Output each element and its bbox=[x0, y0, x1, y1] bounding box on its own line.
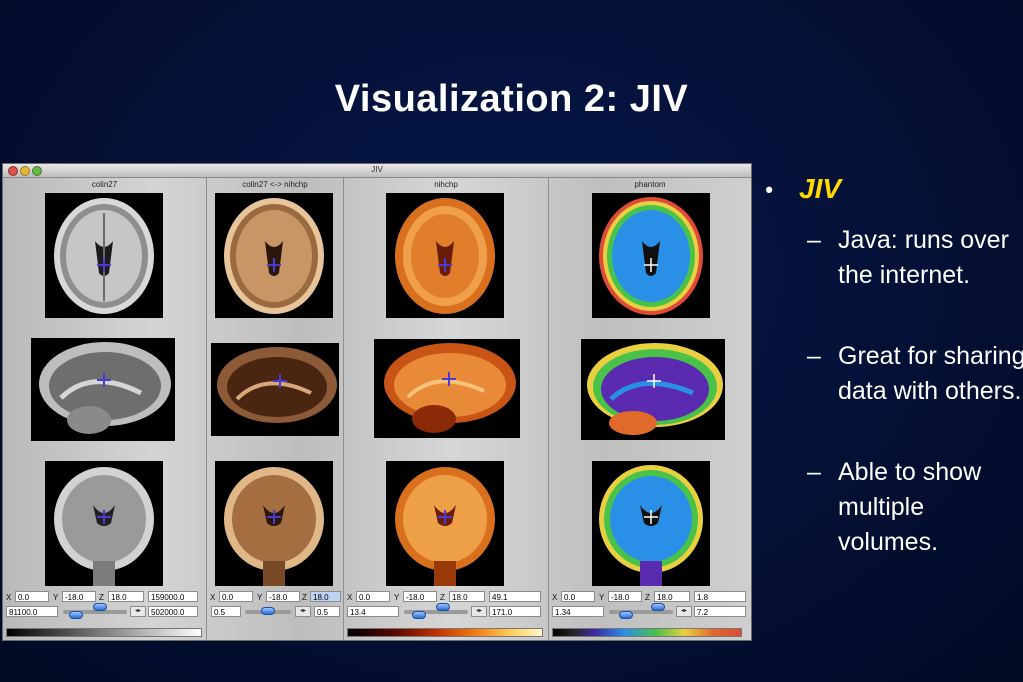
z-field[interactable]: 18.0 bbox=[449, 591, 485, 602]
y-label: Y bbox=[53, 593, 59, 602]
range-stepper[interactable]: ◂▸ bbox=[471, 606, 487, 617]
panel-title: phantom bbox=[634, 180, 666, 189]
max-knob[interactable] bbox=[93, 603, 107, 611]
value-field: 159000.0 bbox=[148, 591, 198, 602]
min-field[interactable]: 81100.0 bbox=[6, 606, 58, 617]
jiv-window: JIV colin27 X 0.0 Y -18.0 Z 18.0 159000.… bbox=[2, 163, 752, 641]
axial-view[interactable] bbox=[215, 193, 333, 318]
window-title: JIV bbox=[371, 165, 383, 174]
dash-icon: – bbox=[807, 342, 821, 370]
sub-bullet-text: Java: runs over the internet. bbox=[838, 226, 1009, 289]
slide-title: Visualization 2: JIV bbox=[334, 78, 689, 120]
sub-bullet-text: Great for sharing data with others. bbox=[838, 342, 1023, 405]
y-label: Y bbox=[599, 593, 605, 602]
z-field[interactable]: 18.0 bbox=[108, 591, 144, 602]
coronal-view[interactable] bbox=[215, 461, 333, 586]
bullet-dot-icon: • bbox=[765, 177, 773, 202]
y-field[interactable]: -18.0 bbox=[62, 591, 96, 602]
y-field[interactable]: -18.0 bbox=[266, 591, 300, 602]
blend-knob[interactable] bbox=[261, 607, 275, 615]
max-knob[interactable] bbox=[651, 603, 665, 611]
axial-view[interactable] bbox=[592, 193, 710, 318]
coords-row: X 0.0 Y -18.0 Z 18.0 1.8 bbox=[549, 591, 751, 605]
panel-blend: colin27 <-> nihchp X 0.0 Y -18.0 Z 18.0 … bbox=[207, 178, 344, 640]
coords-row: X 0.0 Y -18.0 Z 18.0 bbox=[207, 591, 343, 605]
range-stepper[interactable]: ◂▸ bbox=[676, 606, 692, 617]
panel-phantom: phantom X 0.0 Y -18.0 Z 18.0 1.8 1.34 ◂▸… bbox=[549, 178, 751, 640]
min-knob[interactable] bbox=[69, 611, 83, 619]
colormap-bar[interactable] bbox=[552, 628, 742, 637]
y-label: Y bbox=[257, 593, 263, 602]
value-field: 1.8 bbox=[694, 591, 746, 602]
dash-icon: – bbox=[807, 226, 821, 254]
max-field[interactable]: 171.0 bbox=[489, 606, 541, 617]
min-knob[interactable] bbox=[412, 611, 426, 619]
blend-value-field[interactable]: 0.5 bbox=[314, 606, 340, 617]
z-label: Z bbox=[302, 593, 307, 602]
window-titlebar[interactable]: JIV bbox=[3, 164, 751, 178]
panel-title: nihchp bbox=[434, 180, 458, 189]
value-field: 49.1 bbox=[489, 591, 541, 602]
x-label: X bbox=[347, 593, 353, 602]
blend-slider[interactable] bbox=[245, 607, 291, 615]
sagittal-view[interactable] bbox=[374, 339, 520, 438]
z-label: Z bbox=[440, 593, 445, 602]
coronal-view[interactable] bbox=[592, 461, 710, 586]
x-field[interactable]: 0.0 bbox=[15, 591, 49, 602]
colormap-bar[interactable] bbox=[347, 628, 543, 637]
range-row: 13.4 ◂▸ 171.0 bbox=[344, 603, 548, 620]
min-knob[interactable] bbox=[619, 611, 633, 619]
panel-title: colin27 <-> nihchp bbox=[242, 180, 308, 189]
axial-view[interactable] bbox=[386, 193, 504, 318]
max-field[interactable]: 7.2 bbox=[694, 606, 746, 617]
blend-field[interactable]: 0.5 bbox=[211, 606, 241, 617]
sub-bullet-text: Able to show multiple volumes. bbox=[838, 458, 982, 556]
range-slider[interactable] bbox=[609, 603, 673, 619]
coronal-view[interactable] bbox=[386, 461, 504, 586]
z-field[interactable]: 18.0 bbox=[310, 591, 341, 602]
z-label: Z bbox=[645, 593, 650, 602]
max-field[interactable]: 502000.0 bbox=[148, 606, 198, 617]
axial-view[interactable] bbox=[45, 193, 163, 318]
blend-row: 0.5 ◂▸ 0.5 bbox=[207, 606, 343, 620]
x-field[interactable]: 0.0 bbox=[356, 591, 390, 602]
panel-colin27: colin27 X 0.0 Y -18.0 Z 18.0 159000.0 81… bbox=[3, 178, 207, 640]
range-slider[interactable] bbox=[404, 603, 468, 619]
sagittal-view[interactable] bbox=[211, 343, 339, 436]
panel-title: colin27 bbox=[91, 180, 118, 189]
z-field[interactable]: 18.0 bbox=[654, 591, 690, 602]
z-label: Z bbox=[99, 593, 104, 602]
x-label: X bbox=[6, 593, 12, 602]
panel-nihchp: nihchp X 0.0 Y -18.0 Z 18.0 49.1 13.4 ◂▸… bbox=[344, 178, 549, 640]
coronal-view[interactable] bbox=[45, 461, 163, 586]
colormap-bar[interactable] bbox=[6, 628, 202, 637]
range-row: 1.34 ◂▸ 7.2 bbox=[549, 603, 751, 620]
max-knob[interactable] bbox=[436, 603, 450, 611]
y-field[interactable]: -18.0 bbox=[403, 591, 437, 602]
dash-icon: – bbox=[807, 458, 821, 486]
bullet-main-text: JIV bbox=[799, 173, 842, 204]
min-field[interactable]: 13.4 bbox=[347, 606, 399, 617]
min-field[interactable]: 1.34 bbox=[552, 606, 604, 617]
x-field[interactable]: 0.0 bbox=[561, 591, 595, 602]
x-label: X bbox=[210, 593, 216, 602]
range-stepper[interactable]: ◂▸ bbox=[130, 606, 146, 617]
y-label: Y bbox=[394, 593, 400, 602]
blend-stepper[interactable]: ◂▸ bbox=[295, 606, 311, 617]
range-slider[interactable] bbox=[63, 603, 127, 619]
sagittal-view[interactable] bbox=[31, 338, 175, 441]
sagittal-view[interactable] bbox=[581, 339, 725, 440]
x-field[interactable]: 0.0 bbox=[219, 591, 253, 602]
y-field[interactable]: -18.0 bbox=[608, 591, 642, 602]
range-row: 81100.0 ◂▸ 502000.0 bbox=[3, 603, 206, 620]
x-label: X bbox=[552, 593, 558, 602]
